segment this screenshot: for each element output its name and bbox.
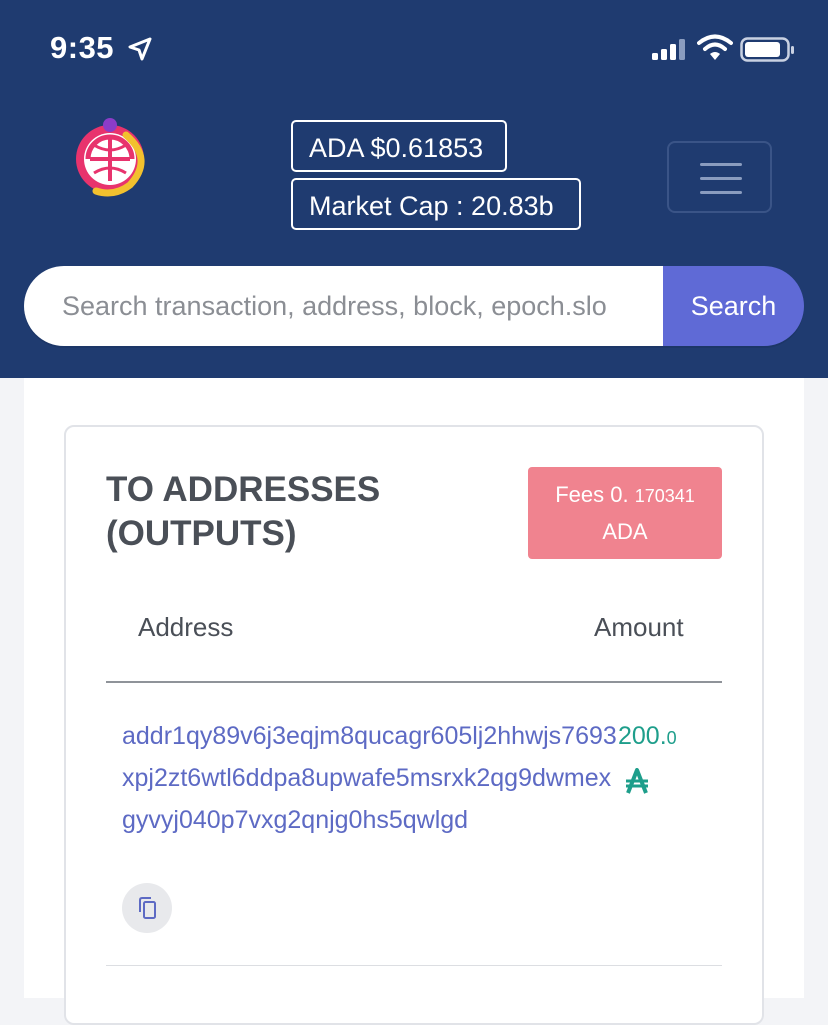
outputs-title: TO ADDRESSES (OUTPUTS): [106, 470, 381, 553]
menu-line-icon: [700, 177, 742, 180]
fees-badge: Fees 0. 170341 ADA: [528, 467, 722, 559]
menu-line-icon: [700, 191, 742, 194]
column-header-amount: Amount: [594, 612, 684, 642]
battery-icon: [740, 37, 794, 62]
hamburger-menu-button[interactable]: [667, 141, 772, 213]
row-divider: [106, 965, 722, 966]
copy-icon: [139, 897, 156, 919]
fees-value: 170341: [634, 486, 695, 506]
fees-prefix: Fees 0.: [555, 482, 629, 507]
table-header-divider: [106, 681, 722, 683]
amount-integer: 200.: [618, 722, 667, 750]
column-header-address: Address: [138, 612, 234, 642]
fees-unit: ADA: [602, 519, 648, 544]
market-cap-badge: Market Cap : 20.83b: [291, 178, 581, 230]
search-input[interactable]: [24, 266, 663, 346]
ada-currency-icon: [626, 768, 648, 794]
wifi-icon: [697, 34, 733, 60]
location-arrow-icon: [128, 37, 152, 61]
menu-line-icon: [700, 163, 742, 166]
copy-address-button[interactable]: [122, 883, 172, 933]
ada-price-badge: ADA $0.61853: [291, 120, 507, 172]
cell-signal-icon: [652, 39, 685, 60]
app-header: 9:35 ADA $0.61853 Market Cap : 20.83b Se…: [0, 0, 828, 378]
output-address-link[interactable]: addr1qy89v6j3eqjm8qucagr605lj2hhwjs7693x…: [122, 715, 618, 841]
status-time: 9:35: [50, 30, 115, 65]
site-logo[interactable]: [70, 115, 154, 199]
amount-decimal: 0: [666, 728, 677, 748]
output-amount: 200.0: [618, 715, 677, 759]
search-bar: Search: [24, 266, 804, 346]
search-button[interactable]: Search: [663, 266, 804, 346]
